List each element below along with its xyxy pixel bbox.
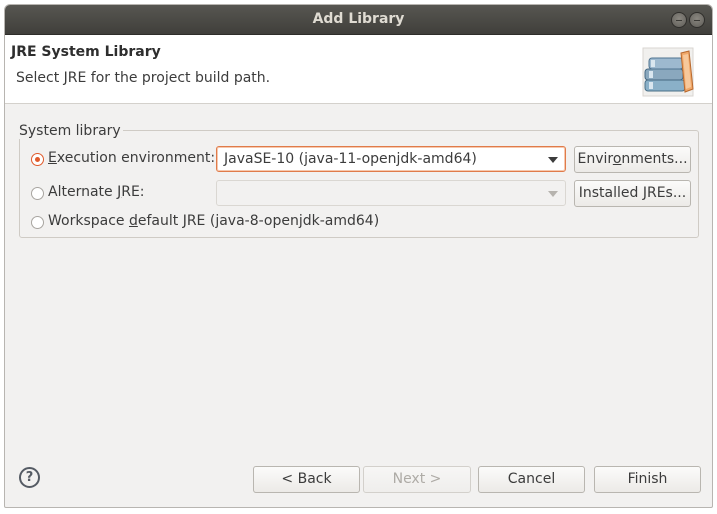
cancel-button[interactable]: Cancel — [478, 466, 585, 493]
execution-environment-label: Execution environment: — [48, 150, 216, 166]
page-description: Select JRE for the project build path. — [16, 70, 271, 86]
workspace-default-jre-label: Workspace default JRE (java-8-openjdk-am… — [48, 213, 380, 229]
execution-environment-value: JavaSE-10 (java-11-openjdk-amd64) — [224, 151, 477, 167]
library-books-icon — [642, 47, 694, 97]
title-bar[interactable]: Add Library — [5, 5, 712, 35]
page-title: JRE System Library — [11, 44, 161, 60]
workspace-default-jre-radio[interactable] — [31, 216, 44, 229]
alternate-jre-radio[interactable] — [31, 187, 44, 200]
add-library-dialog: Add Library JRE System Library Select JR… — [4, 4, 713, 508]
window-title: Add Library — [312, 11, 405, 27]
next-button[interactable]: Next > — [363, 466, 471, 493]
system-library-group-label: System library — [17, 123, 123, 139]
close-button[interactable] — [689, 12, 705, 28]
finish-button[interactable]: Finish — [594, 466, 701, 493]
chevron-down-icon — [548, 191, 558, 197]
installed-jres-button[interactable]: Installed JREs... — [574, 180, 691, 207]
execution-environment-combo[interactable]: JavaSE-10 (java-11-openjdk-amd64) — [216, 146, 566, 172]
wizard-header: JRE System Library Select JRE for the pr… — [5, 35, 712, 104]
help-icon[interactable]: ? — [19, 467, 40, 488]
minimize-button[interactable] — [671, 12, 687, 28]
alternate-jre-label: Alternate JRE: — [48, 184, 145, 200]
back-button[interactable]: < Back — [253, 466, 360, 493]
execution-environment-radio[interactable] — [31, 153, 44, 166]
environments-button[interactable]: Environments... — [574, 146, 691, 173]
chevron-down-icon — [548, 157, 558, 163]
alternate-jre-combo[interactable] — [216, 180, 566, 206]
